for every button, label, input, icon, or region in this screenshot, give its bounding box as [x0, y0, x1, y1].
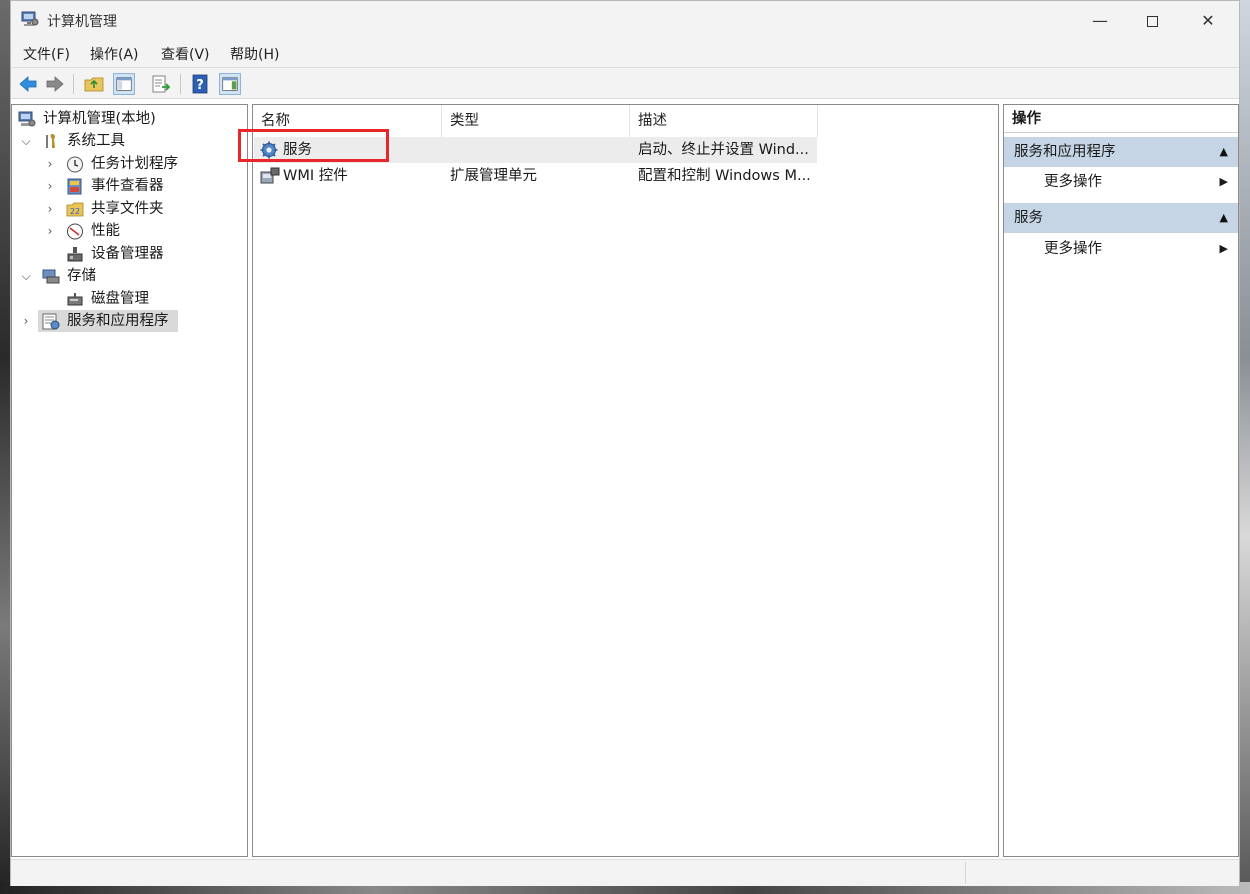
- action-label: 更多操作: [1044, 174, 1102, 190]
- clock-icon: [67, 156, 83, 173]
- chevron-right-icon[interactable]: ›: [44, 175, 56, 197]
- close-button[interactable]: ✕: [1185, 7, 1231, 35]
- title-bar[interactable]: 计算机管理 — ✕: [11, 1, 1239, 39]
- help-icon[interactable]: ?: [189, 73, 211, 95]
- svg-text:22: 22: [70, 207, 80, 216]
- tree-label: 性能: [91, 223, 120, 239]
- tree-item-event-viewer[interactable]: › 事件查看器: [12, 175, 247, 197]
- tree-item-shared-folders[interactable]: › 22 共享文件夹: [12, 198, 247, 220]
- list-cell-type: 扩展管理单元: [450, 168, 537, 184]
- show-hide-tree-icon[interactable]: [113, 73, 135, 95]
- status-bar: [11, 859, 1239, 886]
- tree-label: 计算机管理(本地): [43, 111, 156, 127]
- red-highlight-annotation: [238, 129, 389, 162]
- menu-file[interactable]: 文件(F): [23, 44, 70, 64]
- menu-action[interactable]: 操作(A): [90, 44, 139, 64]
- action-group-title: 服务和应用程序: [1014, 144, 1116, 160]
- list-cell-description: 配置和控制 Windows M...: [638, 168, 811, 184]
- list-item-wmi-control[interactable]: WMI 控件 扩展管理单元 配置和控制 Windows M...: [254, 163, 817, 189]
- computer-management-icon: [18, 111, 36, 127]
- tree-label: 存储: [67, 268, 96, 284]
- back-arrow-icon[interactable]: [17, 73, 39, 95]
- tree-label: 任务计划程序: [91, 156, 178, 172]
- tree-item-computer-management-local[interactable]: 计算机管理(本地): [12, 108, 247, 130]
- column-header-description[interactable]: 描述: [630, 105, 818, 137]
- chevron-down-icon[interactable]: ⌵: [20, 265, 32, 287]
- show-hide-action-pane-icon[interactable]: [219, 73, 241, 95]
- list-cell-description: 启动、终止并设置 Wind...: [638, 142, 809, 158]
- storage-icon: [42, 269, 60, 284]
- tree-label: 系统工具: [67, 133, 125, 149]
- tree-item-system-tools[interactable]: ⌵ 系统工具: [12, 130, 247, 152]
- submenu-arrow-icon: ▶: [1219, 242, 1228, 255]
- wmi-control-icon: [260, 167, 280, 184]
- tree-item-storage[interactable]: ⌵ 存储: [12, 265, 247, 287]
- tree-item-performance[interactable]: › 性能: [12, 220, 247, 242]
- submenu-arrow-icon: ▶: [1219, 175, 1228, 188]
- toolbar: ?: [11, 67, 1239, 99]
- tree-label: 设备管理器: [91, 246, 164, 262]
- menu-help[interactable]: 帮助(H): [230, 44, 279, 64]
- action-group-services[interactable]: 服务 ▲: [1004, 203, 1238, 233]
- window-title: 计算机管理: [47, 14, 117, 30]
- toolbar-separator: [73, 74, 74, 94]
- action-more-actions[interactable]: 更多操作 ▶: [1004, 234, 1238, 264]
- tree-item-task-scheduler[interactable]: › 任务计划程序: [12, 153, 247, 175]
- tree-label: 事件查看器: [91, 178, 164, 194]
- action-group-services-and-applications[interactable]: 服务和应用程序 ▲: [1004, 137, 1238, 167]
- tree-item-device-manager[interactable]: 设备管理器: [12, 243, 247, 265]
- actions-header: 操作: [1004, 105, 1238, 133]
- column-header-type[interactable]: 类型: [442, 105, 630, 137]
- maximize-button[interactable]: [1129, 7, 1175, 35]
- status-separator: [965, 862, 966, 884]
- chevron-right-icon[interactable]: ›: [44, 220, 56, 242]
- computer-management-window: 计算机管理 — ✕ 文件(F) 操作(A) 查看(V) 帮助(H) ? 计算机管…: [10, 0, 1240, 886]
- chevron-down-icon[interactable]: ⌵: [20, 130, 32, 152]
- export-list-icon[interactable]: [150, 73, 172, 95]
- console-tree-pane: 计算机管理(本地) ⌵ 系统工具 › 任务计划程序 › 事件查看器 › 22 共…: [11, 104, 248, 857]
- minimize-button[interactable]: —: [1077, 7, 1123, 35]
- toolbar-separator: [180, 74, 181, 94]
- tree-label: 服务和应用程序: [67, 313, 169, 329]
- chevron-right-icon[interactable]: ›: [44, 153, 56, 175]
- list-cell-name: WMI 控件: [283, 168, 348, 184]
- services-and-applications-icon: [42, 313, 60, 330]
- action-more-actions[interactable]: 更多操作 ▶: [1004, 167, 1238, 197]
- menu-view[interactable]: 查看(V): [161, 44, 210, 64]
- tree-label: 磁盘管理: [91, 291, 149, 307]
- performance-gauge-icon: [67, 223, 83, 240]
- action-group-title: 服务: [1014, 210, 1043, 226]
- tools-icon: [46, 134, 56, 148]
- collapse-triangle-icon[interactable]: ▲: [1220, 203, 1228, 233]
- forward-arrow-icon[interactable]: [44, 73, 66, 95]
- results-list-pane: 名称 类型 描述 服务 启动、终止并设置 Wind... WMI 控件 扩展管理…: [252, 104, 999, 857]
- collapse-triangle-icon[interactable]: ▲: [1220, 137, 1228, 167]
- tree-label: 共享文件夹: [91, 201, 164, 217]
- computer-management-icon: [21, 11, 39, 26]
- chevron-right-icon[interactable]: ›: [44, 198, 56, 220]
- menu-bar: 文件(F) 操作(A) 查看(V) 帮助(H): [11, 39, 1239, 67]
- disk-management-icon: [67, 293, 83, 306]
- event-viewer-icon: [67, 178, 82, 195]
- svg-text:?: ?: [196, 78, 204, 93]
- shared-folder-icon: 22: [66, 202, 84, 217]
- tree-item-disk-management[interactable]: 磁盘管理: [12, 288, 247, 310]
- chevron-right-icon[interactable]: ›: [20, 310, 32, 332]
- device-manager-icon: [67, 247, 83, 262]
- tree-item-services-and-applications[interactable]: › 服务和应用程序: [12, 310, 247, 332]
- actions-pane: 操作 服务和应用程序 ▲ 更多操作 ▶ 服务 ▲ 更多操作 ▶: [1003, 104, 1239, 857]
- action-label: 更多操作: [1044, 241, 1102, 257]
- up-folder-icon[interactable]: [83, 73, 105, 95]
